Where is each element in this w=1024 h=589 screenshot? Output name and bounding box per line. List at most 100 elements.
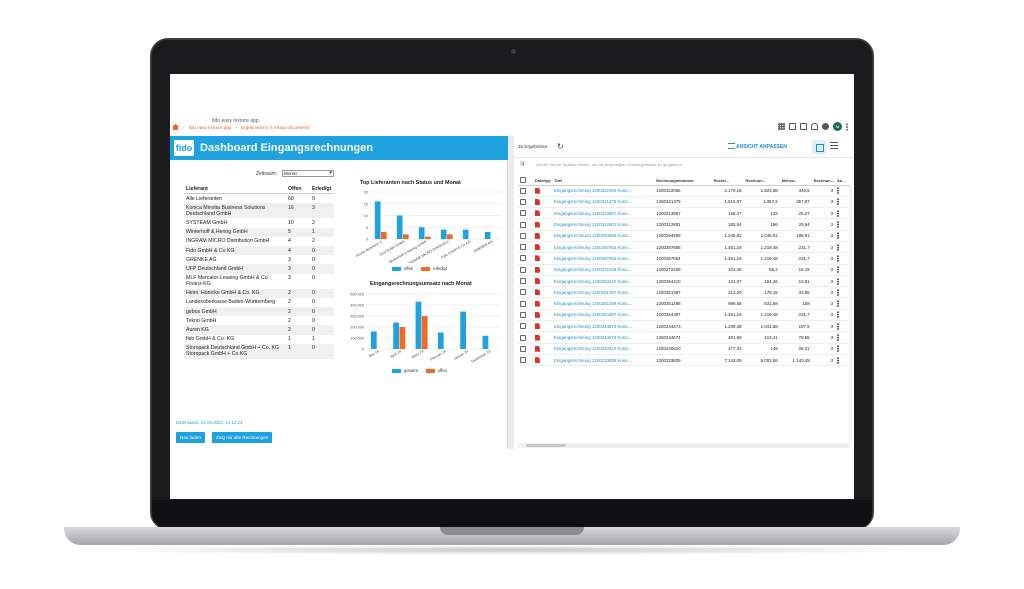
- row-checkbox[interactable]: [520, 210, 526, 217]
- row-checkbox[interactable]: [520, 255, 526, 262]
- row-titel-link[interactable]: Eingangsrechnung 1200322056 Konic...: [552, 185, 655, 197]
- row-titel-link[interactable]: Eingangsrechnung 1200254410 Konic...: [552, 275, 655, 288]
- row-actions-icon[interactable]: [837, 322, 840, 330]
- row-titel-link[interactable]: Eingangsrechnung 1200233839 Konic...: [552, 354, 655, 367]
- sliders-icon[interactable]: [728, 143, 735, 149]
- row-titel-link[interactable]: Eingangsrechnung 1200244673 Konic...: [552, 320, 655, 333]
- col-mwst[interactable]: Mehrw...: [779, 176, 812, 186]
- bar-offen[interactable]: [396, 215, 403, 240]
- row-titel-link[interactable]: Eingangsrechnung 1200321375 Konic...: [552, 196, 655, 209]
- table-row[interactable]: Auren KG 2 0: [184, 325, 334, 335]
- row-titel-link[interactable]: Eingangsrechnung 1200313867 Konic...: [552, 207, 655, 220]
- row-actions-icon[interactable]: [837, 232, 840, 240]
- bar-offen[interactable]: [440, 229, 447, 239]
- row-titel-link[interactable]: Eingangsrechnung 1200287654 Konic...: [552, 252, 655, 265]
- alle-rechnungen-button[interactable]: Zeig mir alle Rechnungen: [212, 432, 273, 443]
- table-row[interactable]: Eingangsrechnung 1200312801 Konic... 1200…: [518, 218, 850, 231]
- row-actions-icon[interactable]: [837, 311, 840, 319]
- breadcrumb-item-app[interactable]: fido easy invoice app: [189, 125, 232, 130]
- scroll-thumb[interactable]: [526, 444, 566, 447]
- table-row[interactable]: Eingangsrechnung 1200321375 Konic... 1200…: [518, 196, 850, 209]
- row-checkbox[interactable]: [520, 345, 526, 352]
- bar-offen[interactable]: [421, 316, 428, 349]
- bar-gesamt[interactable]: [460, 311, 466, 349]
- table-row[interactable]: Eingangsrechnung 1200244673 Konic... 1200…: [518, 320, 850, 333]
- row-titel-link[interactable]: Eingangsrechnung 1200254387 Konic...: [552, 309, 655, 322]
- table-row[interactable]: GRENKE AG 3 0: [184, 255, 334, 264]
- table-row[interactable]: Heinr. Hünicke GmbH & Co. KG 2 0: [184, 288, 334, 298]
- table-row[interactable]: Storopack Deutschland GmbH + Co. KG Stor…: [184, 343, 334, 359]
- row-checkbox[interactable]: [520, 232, 526, 239]
- row-checkbox[interactable]: [520, 187, 526, 194]
- grid-view-icon[interactable]: [812, 140, 826, 154]
- row-actions-icon[interactable]: [837, 266, 840, 274]
- bar-offen[interactable]: [399, 327, 406, 349]
- table-row[interactable]: Eingangsrechnung 1200294569 Konic... 1200…: [518, 230, 850, 242]
- bar-erledigt[interactable]: [403, 234, 409, 239]
- more-icon[interactable]: [846, 122, 848, 131]
- bar-offen[interactable]: [484, 231, 491, 239]
- row-titel-link[interactable]: Eingangsrechnung 1200294569 Konic...: [552, 230, 655, 242]
- table-row[interactable]: UFP Deutschland GmbH 3 0: [184, 264, 334, 274]
- row-checkbox[interactable]: [520, 221, 526, 228]
- row-titel-link[interactable]: Eingangsrechnung 1200244674 Konic...: [552, 331, 655, 344]
- table-row[interactable]: Eingangsrechnung 1200261387 Konic... 1200…: [518, 286, 850, 299]
- bar-erledigt[interactable]: [425, 236, 431, 239]
- bar-offen[interactable]: [374, 201, 381, 239]
- table-row[interactable]: Konica Minolta Business Solutions Deutsc…: [184, 203, 334, 219]
- list-view-icon[interactable]: [830, 142, 838, 151]
- table-row[interactable]: Alle Lieferanten 60 9: [184, 194, 334, 204]
- row-checkbox[interactable]: [520, 334, 526, 341]
- table-row[interactable]: Eingangsrechnung 1200272208 Konic... 1200…: [518, 264, 850, 276]
- row-actions-icon[interactable]: [837, 187, 840, 195]
- row-checkbox[interactable]: [520, 323, 526, 330]
- breadcrumb-item-results[interactable]: Ergebnisse in 4 eXtop documents: [241, 125, 310, 130]
- table-row[interactable]: Eingangsrechnung 1200240610 Konic... 1200…: [518, 343, 850, 355]
- col-rechnungsnummer[interactable]: Rechnungsnummer: [654, 176, 712, 186]
- table-row[interactable]: Eingangsrechnung 1200313867 Konic... 1200…: [518, 207, 850, 220]
- row-titel-link[interactable]: Eingangsrechnung 1200287655 Konic...: [552, 241, 655, 254]
- row-actions-icon[interactable]: [837, 198, 840, 206]
- row-actions-icon[interactable]: [837, 221, 840, 229]
- table-row[interactable]: Fido GmbH & Co KG 4 0: [184, 245, 334, 256]
- table-row[interactable]: MLF Mercator-Leasing GmbH & Co. Finanz-K…: [184, 274, 334, 289]
- row-checkbox[interactable]: [520, 300, 526, 307]
- bar-gesamt[interactable]: [482, 335, 489, 349]
- col-brutto[interactable]: Rechn...: [711, 176, 744, 186]
- col-aktionen[interactable]: Ak...: [835, 176, 850, 186]
- table-row[interactable]: Eingangsrechnung 1200287654 Konic... 1200…: [518, 252, 850, 265]
- col-rechnun2[interactable]: Rechnun...: [811, 176, 836, 186]
- bar-gesamt[interactable]: [415, 301, 422, 349]
- row-checkbox[interactable]: [520, 357, 526, 364]
- avatar[interactable]: M: [833, 122, 842, 131]
- window-icon[interactable]: [789, 123, 796, 130]
- col-select[interactable]: [518, 176, 533, 186]
- bar-gesamt[interactable]: [370, 331, 377, 349]
- bar-erledigt[interactable]: [447, 234, 453, 239]
- row-actions-icon[interactable]: [837, 288, 840, 296]
- col-dateityp[interactable]: Dateityp: [532, 176, 553, 186]
- row-checkbox[interactable]: [520, 311, 526, 318]
- zeitraum-select[interactable]: Monat: [282, 170, 334, 177]
- row-actions-icon[interactable]: [837, 254, 840, 262]
- row-checkbox[interactable]: [520, 244, 526, 251]
- row-titel-link[interactable]: Eingangsrechnung 1200261288 Konic...: [552, 297, 655, 310]
- row-checkbox[interactable]: [520, 278, 526, 285]
- table-row[interactable]: fido GmbH & Co. KG 1 1: [184, 335, 334, 344]
- bar-offen[interactable]: [462, 229, 469, 239]
- table-row[interactable]: Landesoberkasse Baden-Württemberg 2 0: [184, 298, 334, 307]
- row-checkbox[interactable]: [520, 198, 526, 205]
- row-actions-icon[interactable]: [837, 243, 840, 251]
- home-icon[interactable]: [172, 124, 179, 130]
- table-row[interactable]: Winterhoff & Hering GmbH 5 1: [184, 227, 334, 237]
- row-actions-icon[interactable]: [837, 277, 840, 285]
- row-titel-link[interactable]: Eingangsrechnung 1200272208 Konic...: [552, 264, 655, 276]
- row-actions-icon[interactable]: [837, 300, 840, 308]
- refresh-icon[interactable]: ↻: [557, 142, 564, 151]
- table-row[interactable]: Eingangsrechnung 1200254410 Konic... 1200…: [518, 275, 850, 288]
- col-netto[interactable]: Rechnun...: [743, 176, 780, 186]
- table-row[interactable]: Eingangsrechnung 1200254387 Konic... 1200…: [518, 309, 850, 322]
- neu-laden-button[interactable]: Neu laden: [176, 432, 205, 443]
- vertical-scrollbar[interactable]: [849, 186, 852, 441]
- table-row[interactable]: Eingangsrechnung 1200244674 Konic... 1200…: [518, 331, 850, 344]
